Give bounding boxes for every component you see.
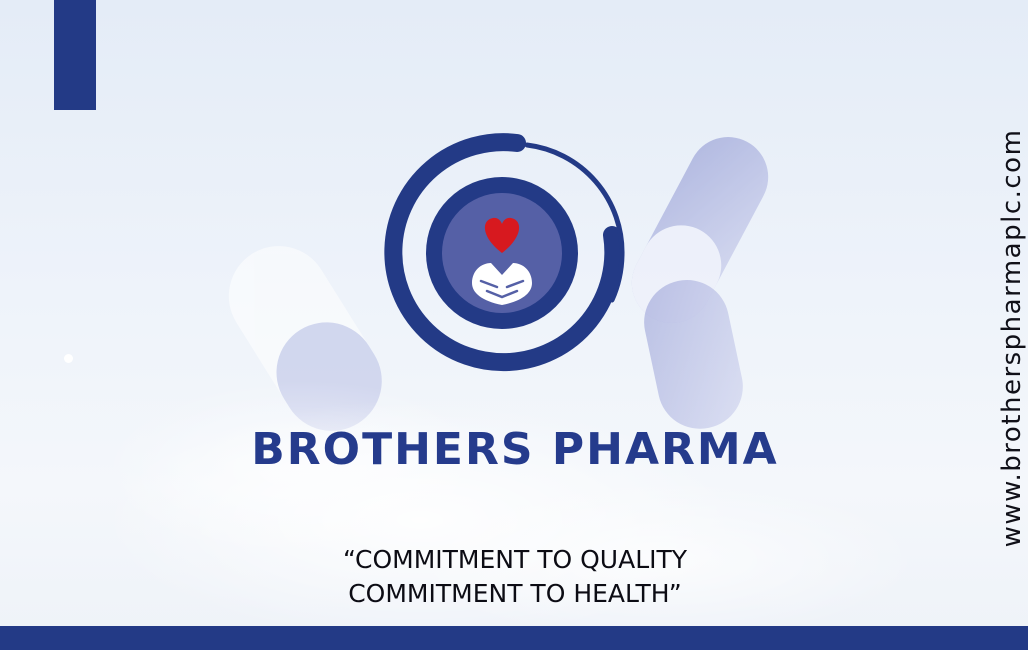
decorative-dot — [64, 354, 73, 363]
corner-accent-bar — [54, 0, 96, 110]
brand-logo — [384, 133, 625, 372]
footer-bar — [0, 626, 1028, 650]
tagline: “COMMITMENT TO QUALITY COMMITMENT TO HEA… — [220, 543, 810, 611]
brand-name: BROTHERS PHARMA — [251, 424, 779, 475]
website-url[interactable]: www.brotherspharmaplc.com — [997, 129, 1027, 548]
tagline-line-2: COMMITMENT TO HEALTH” — [348, 579, 682, 608]
tagline-line-1: “COMMITMENT TO QUALITY — [342, 545, 688, 574]
